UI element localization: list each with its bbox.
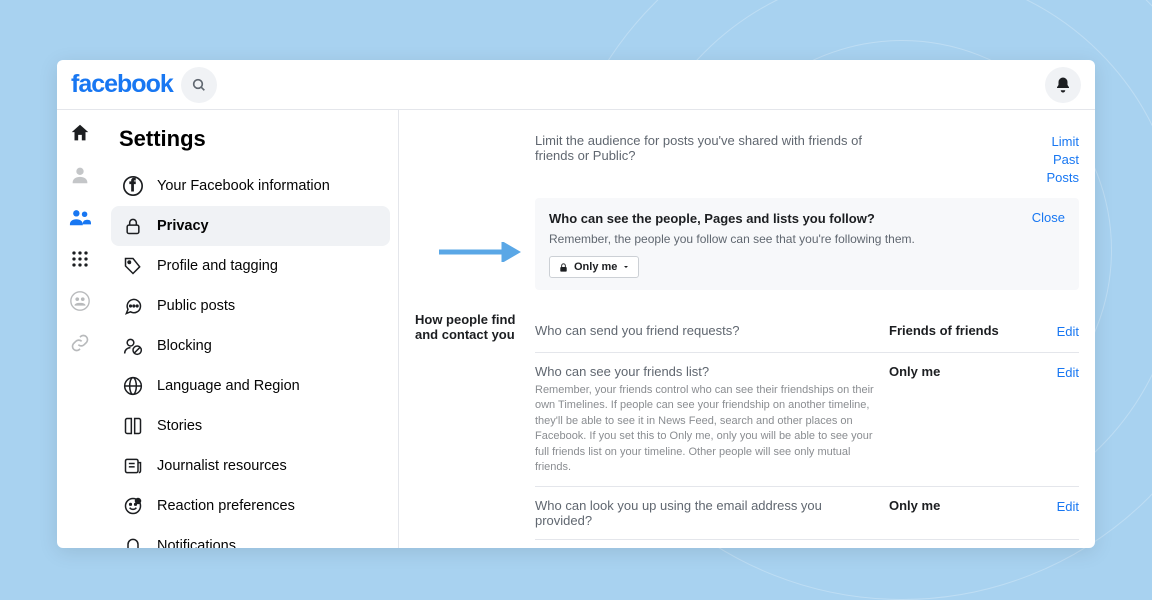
sidebar-item-label: Language and Region <box>157 378 300 394</box>
audience-dropdown[interactable]: Only me <box>549 256 639 278</box>
comment-icon <box>121 294 145 318</box>
edit-link[interactable]: Edit <box>1057 499 1079 514</box>
setting-row: Who can look you up using the phone numb… <box>535 539 1079 548</box>
close-link[interactable]: Close <box>1032 210 1065 225</box>
facebook-logo[interactable]: facebook <box>71 70 173 99</box>
topbar: facebook <box>57 60 1095 110</box>
main-content: Limit the audience for posts you've shar… <box>399 110 1095 548</box>
groups-icon[interactable] <box>67 288 93 314</box>
tag-icon <box>121 254 145 278</box>
section-label: How people find and contact you <box>415 312 535 548</box>
sidebar-item-reactions[interactable]: Reaction preferences <box>111 486 390 526</box>
lock-small-icon <box>558 262 569 273</box>
block-icon <box>121 334 145 358</box>
body: Settings Your Facebook information Priva… <box>57 110 1095 548</box>
sidebar-item-label: Stories <box>157 418 202 434</box>
setting-row: Who can send you friend requests?Friends… <box>535 312 1079 352</box>
sidebar-item-tagging[interactable]: Profile and tagging <box>111 246 390 286</box>
row-question: Limit the audience for posts you've shar… <box>535 133 889 163</box>
sidebar-item-label: Public posts <box>157 298 235 314</box>
limit-past-posts-link[interactable]: Limit Past Posts <box>1046 134 1079 185</box>
sidebar-item-label: Your Facebook information <box>157 178 330 194</box>
row-value: Friends of friends <box>889 323 1029 338</box>
sidebar-item-public-posts[interactable]: Public posts <box>111 286 390 326</box>
news-icon <box>121 454 145 478</box>
row-question: Who can send you friend requests? <box>535 323 889 338</box>
pointer-arrow-icon <box>439 242 529 262</box>
sidebar-item-privacy[interactable]: Privacy <box>111 206 390 246</box>
sidebar-item-notifications[interactable]: Notifications <box>111 526 390 548</box>
edit-link[interactable]: Edit <box>1057 365 1079 380</box>
search-icon <box>191 77 207 93</box>
globe-icon <box>121 374 145 398</box>
row-question: Who can look you up using the email addr… <box>535 498 889 528</box>
setting-row: Who can look you up using the email addr… <box>535 486 1079 539</box>
sidebar-item-blocking[interactable]: Blocking <box>111 326 390 366</box>
bell-icon <box>1054 76 1072 94</box>
expanded-title: Who can see the people, Pages and lists … <box>549 211 875 226</box>
avatar-icon[interactable] <box>67 162 93 188</box>
settings-sidebar: Settings Your Facebook information Priva… <box>103 110 399 548</box>
expanded-following-setting: Who can see the people, Pages and lists … <box>535 198 1079 290</box>
edit-link[interactable]: Edit <box>1057 324 1079 339</box>
grid-icon[interactable] <box>67 246 93 272</box>
sidebar-item-label: Notifications <box>157 538 236 548</box>
sidebar-item-label: Journalist resources <box>157 458 287 474</box>
sidebar-item-label: Reaction preferences <box>157 498 295 514</box>
link-icon[interactable] <box>67 330 93 356</box>
row-value: Only me <box>889 498 1029 513</box>
sidebar-item-label: Privacy <box>157 218 209 234</box>
book-icon <box>121 414 145 438</box>
sidebar-item-stories[interactable]: Stories <box>111 406 390 446</box>
sidebar-item-language[interactable]: Language and Region <box>111 366 390 406</box>
notifications-button[interactable] <box>1045 67 1081 103</box>
expanded-subtitle: Remember, the people you follow can see … <box>549 232 1032 246</box>
home-icon[interactable] <box>67 120 93 146</box>
app-window: facebook Settings Your Facebook informat… <box>57 60 1095 548</box>
sidebar-item-your-info[interactable]: Your Facebook information <box>111 166 390 206</box>
sidebar-item-label: Blocking <box>157 338 212 354</box>
left-rail <box>57 110 103 548</box>
reaction-icon <box>121 494 145 518</box>
chevron-down-icon <box>622 263 630 271</box>
bell-outline-icon <box>121 534 145 548</box>
facebook-circle-icon <box>121 174 145 198</box>
row-subtext: Remember, your friends control who can s… <box>535 383 877 475</box>
setting-row: Who can see your friends list?Remember, … <box>535 352 1079 486</box>
sidebar-item-journalist[interactable]: Journalist resources <box>111 446 390 486</box>
dropdown-value: Only me <box>574 261 617 273</box>
lock-icon <box>121 214 145 238</box>
friends-icon[interactable] <box>67 204 93 230</box>
row-question: Who can see your friends list?Remember, … <box>535 364 889 475</box>
search-button[interactable] <box>181 67 217 103</box>
sidebar-item-label: Profile and tagging <box>157 258 278 274</box>
limit-posts-row: Limit the audience for posts you've shar… <box>535 122 1079 198</box>
activity-section: Limit the audience for posts you've shar… <box>399 110 1095 198</box>
contact-section: How people find and contact you Who can … <box>399 300 1095 548</box>
row-value: Only me <box>889 364 1029 379</box>
page-title: Settings <box>111 120 390 166</box>
